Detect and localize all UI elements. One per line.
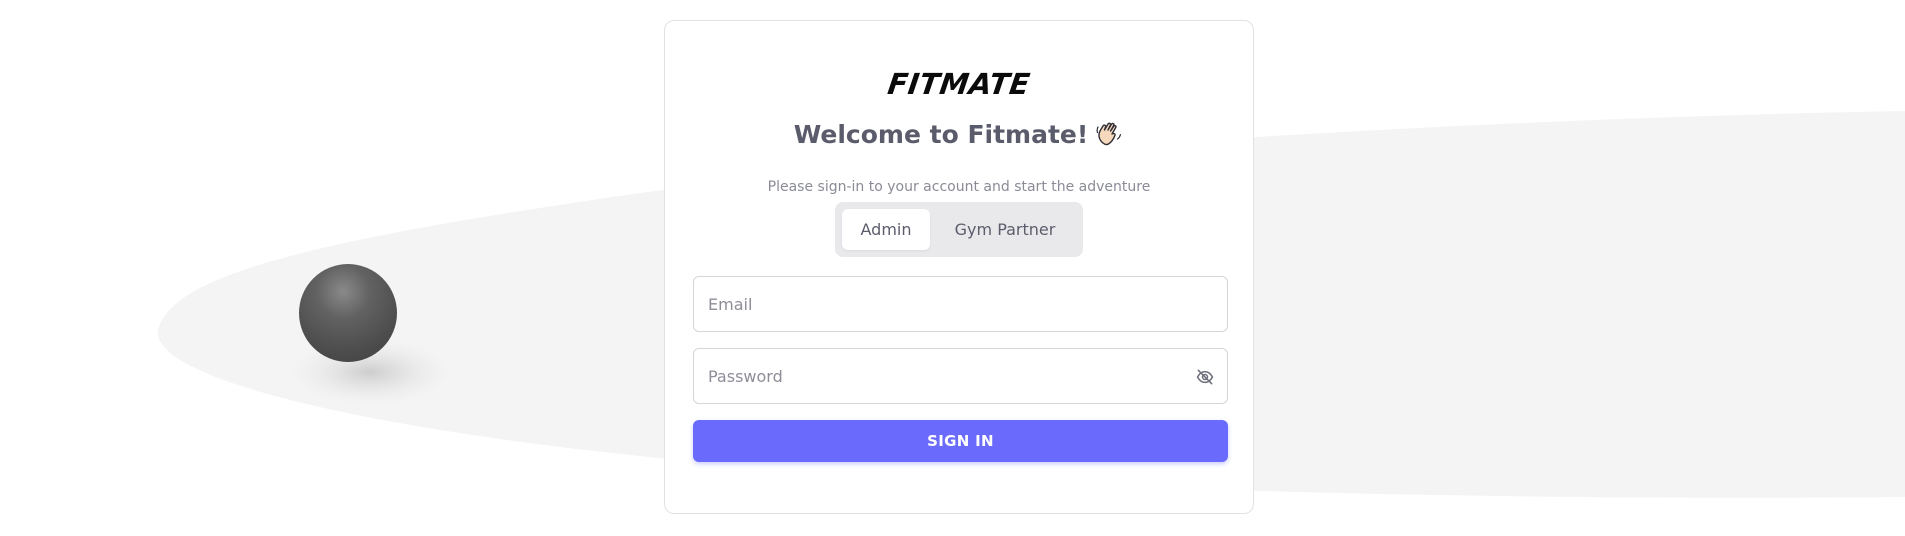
welcome-heading: Welcome to Fitmate! xyxy=(665,119,1253,149)
email-input[interactable] xyxy=(694,277,1227,331)
sign-in-button[interactable]: SIGN IN xyxy=(693,420,1228,462)
role-toggle: Admin Gym Partner xyxy=(835,202,1083,257)
password-input[interactable] xyxy=(694,349,1227,403)
eye-off-icon[interactable] xyxy=(1195,367,1215,387)
login-card: FITMATE Welcome to Fitmate! Please sign-… xyxy=(664,20,1254,514)
login-page: FITMATE Welcome to Fitmate! Please sign-… xyxy=(0,0,1905,536)
role-option-gym-partner[interactable]: Gym Partner xyxy=(934,209,1076,250)
welcome-text: Welcome to Fitmate! xyxy=(793,120,1089,149)
password-field-wrapper xyxy=(693,348,1228,404)
email-field-wrapper xyxy=(693,276,1228,332)
role-option-admin[interactable]: Admin xyxy=(842,209,930,250)
welcome-subtitle: Please sign-in to your account and start… xyxy=(767,179,1151,195)
brand-logo: FITMATE xyxy=(885,67,1033,101)
waving-hand-icon xyxy=(1096,122,1122,146)
decorative-ball xyxy=(299,264,397,362)
